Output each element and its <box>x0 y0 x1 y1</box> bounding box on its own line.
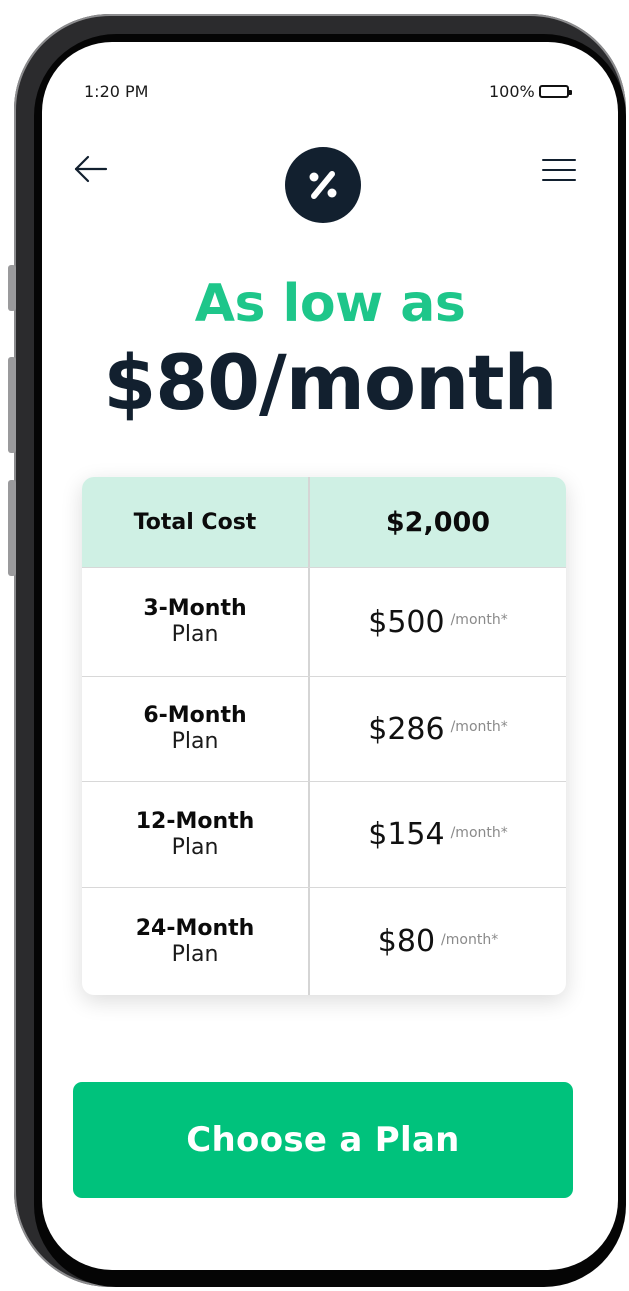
plan-suffix: Plan <box>171 622 219 647</box>
plan-suffix: Plan <box>171 941 219 967</box>
pricing-table: Total Cost $2,000 3-Month Plan $500 /mon… <box>82 477 566 995</box>
plan-price-unit: /month* <box>450 824 508 841</box>
hamburger-menu-icon[interactable] <box>539 154 579 188</box>
plan-suffix: Plan <box>171 729 219 754</box>
headline-price: $80/month <box>103 338 557 427</box>
plan-name: 12-Month <box>135 808 255 834</box>
side-button-silent <box>8 265 16 311</box>
arrow-left-icon[interactable] <box>72 152 112 186</box>
plan-price: $286 <box>368 711 445 747</box>
status-time: 1:20 PM <box>84 82 149 101</box>
plan-name: 24-Month <box>135 915 255 941</box>
plan-price-unit: /month* <box>441 931 499 948</box>
status-battery: 100% <box>489 82 572 101</box>
plan-price: $500 <box>368 604 445 640</box>
choose-plan-button[interactable]: Choose a Plan <box>73 1082 573 1198</box>
side-button-volume-down <box>8 480 16 576</box>
plan-price: $154 <box>368 817 445 852</box>
plan-suffix: Plan <box>171 834 219 860</box>
side-button-volume-up <box>8 357 16 453</box>
plan-name: 3-Month <box>143 596 247 621</box>
plan-price: $80 <box>377 924 436 959</box>
brand-logo <box>285 147 361 223</box>
plan-price-unit: /month* <box>450 719 508 735</box>
plan-name: 6-Month <box>143 703 247 728</box>
total-cost-label: Total Cost <box>133 509 257 535</box>
table-header-row: Total Cost $2,000 <box>82 477 566 567</box>
total-cost-value: $2,000 <box>385 506 491 538</box>
headline-as-low-as: As low as <box>194 274 466 334</box>
phone-screen: 1:20 PM 100% As low as $80/month Total C… <box>42 42 618 1270</box>
percent-icon <box>309 171 337 199</box>
table-row: 12-Month Plan $154 /month* <box>82 781 566 887</box>
battery-icon <box>538 85 572 98</box>
table-row: 24-Month Plan $80 /month* <box>82 887 566 995</box>
table-row: 3-Month Plan $500 /month* <box>82 567 566 676</box>
battery-percent: 100% <box>489 82 535 101</box>
plan-price-unit: /month* <box>450 612 508 628</box>
table-row: 6-Month Plan $286 /month* <box>82 676 566 781</box>
